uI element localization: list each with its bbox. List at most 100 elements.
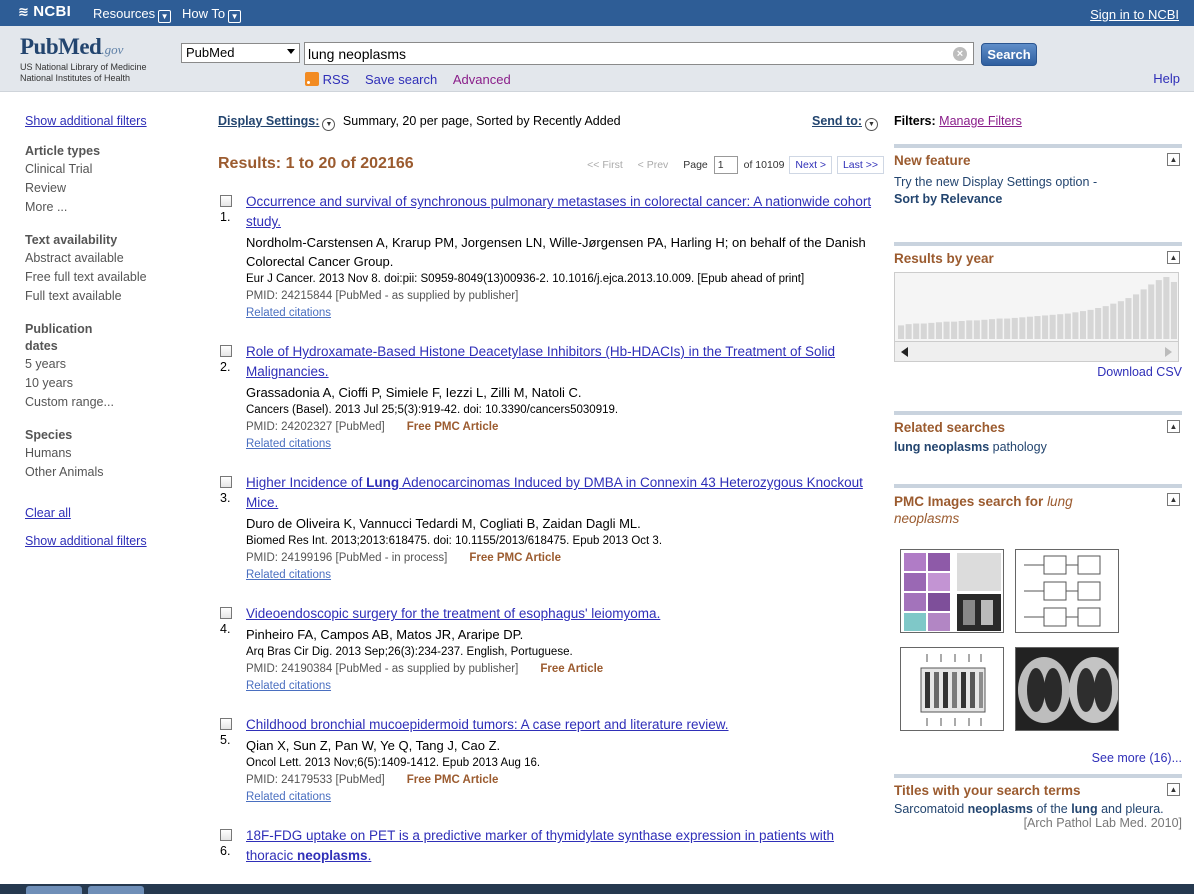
search-button[interactable]: Search (981, 43, 1037, 66)
year-bar[interactable] (928, 322, 935, 339)
filter-item[interactable]: Full text available (25, 287, 195, 306)
manage-filters-link[interactable]: Manage Filters (939, 114, 1022, 128)
scroll-right-icon[interactable] (1165, 347, 1172, 357)
result-title-link[interactable]: Role of Hydroxamate-Based Histone Deacet… (246, 342, 880, 382)
free-article-link[interactable]: Free PMC Article (407, 774, 499, 786)
collapse-icon[interactable]: ▲ (1167, 420, 1180, 433)
result-title-link[interactable]: Childhood bronchial mucoepidermoid tumor… (246, 715, 880, 735)
clear-all-link[interactable]: Clear all (25, 506, 195, 520)
year-bar[interactable] (996, 318, 1003, 339)
filter-item[interactable]: Humans (25, 444, 195, 463)
next-page-button[interactable]: Next > (789, 156, 833, 174)
year-bar[interactable] (1042, 315, 1049, 339)
year-bar[interactable] (1087, 309, 1094, 339)
year-bar[interactable] (1049, 314, 1056, 339)
help-link[interactable]: Help (1153, 71, 1180, 86)
related-citations-link[interactable]: Related citations (246, 678, 880, 695)
send-to-menu[interactable]: Send to: ▼ (812, 114, 878, 131)
search-box[interactable]: × (304, 42, 974, 65)
free-article-link[interactable]: Free PMC Article (407, 421, 499, 433)
save-search-link[interactable]: Save search (365, 72, 437, 87)
year-bar[interactable] (1004, 318, 1011, 339)
year-bar[interactable] (1117, 301, 1124, 339)
display-settings-link[interactable]: Display Settings: (218, 114, 319, 128)
year-bar[interactable] (1163, 277, 1170, 339)
taskbar-button[interactable] (88, 886, 144, 894)
result-title-link[interactable]: Higher Incidence of Lung Adenocarcinomas… (246, 473, 880, 513)
pubmed-logo[interactable]: PubMed.gov US National Library of Medici… (20, 34, 147, 84)
year-bar[interactable] (1064, 313, 1071, 339)
year-bar[interactable] (898, 325, 905, 339)
last-page-button[interactable]: Last >> (836, 156, 884, 174)
year-bar[interactable] (1095, 308, 1102, 339)
clear-icon[interactable]: × (953, 47, 967, 61)
year-bar[interactable] (943, 321, 950, 339)
year-bar[interactable] (988, 319, 996, 339)
sign-in-link[interactable]: Sign in to NCBI (1090, 7, 1179, 22)
year-bar[interactable] (1026, 316, 1033, 339)
year-bar[interactable] (981, 319, 988, 339)
year-bar[interactable] (913, 323, 920, 340)
ncbi-logo[interactable]: ≋ NCBI (18, 3, 71, 20)
filter-item[interactable]: 10 years (25, 374, 195, 393)
filter-item[interactable]: Abstract available (25, 249, 195, 268)
year-bar[interactable] (1170, 281, 1177, 339)
page-number-input[interactable]: 1 (713, 156, 738, 174)
year-bar[interactable] (905, 324, 912, 339)
collapse-icon[interactable]: ▲ (1167, 783, 1180, 796)
year-bar[interactable] (920, 323, 927, 340)
year-bar[interactable] (951, 321, 958, 339)
select-checkbox[interactable] (220, 345, 232, 357)
related-citations-link[interactable]: Related citations (246, 567, 880, 584)
filter-item[interactable]: Free full text available (25, 268, 195, 287)
show-additional-filters-link[interactable]: Show additional filters (25, 114, 195, 128)
year-bar[interactable] (1011, 317, 1018, 339)
year-bar[interactable] (1140, 289, 1147, 339)
filter-item[interactable]: Clinical Trial (25, 160, 195, 179)
select-checkbox[interactable] (220, 718, 232, 730)
year-bar[interactable] (1125, 298, 1132, 339)
pmc-image-thumbnail[interactable] (900, 647, 1004, 731)
year-bar[interactable] (1148, 284, 1155, 339)
free-article-link[interactable]: Free Article (540, 663, 603, 675)
rss-link[interactable]: RSS (323, 72, 350, 87)
title-result-link[interactable]: Sarcomatoid neoplasms of the lung and pl… (894, 802, 1182, 816)
year-bar[interactable] (1133, 294, 1140, 339)
related-citations-link[interactable]: Related citations (246, 436, 880, 453)
collapse-icon[interactable]: ▲ (1167, 153, 1180, 166)
scroll-left-icon[interactable] (901, 347, 908, 357)
pmc-image-thumbnail[interactable] (900, 549, 1004, 633)
related-citations-link[interactable]: Related citations (246, 305, 880, 322)
related-search-link[interactable]: lung neoplasms pathology (894, 440, 1182, 454)
year-bar[interactable] (1057, 314, 1064, 339)
resources-menu[interactable]: Resources ▼ (93, 6, 172, 23)
results-by-year-chart[interactable] (894, 272, 1179, 362)
filter-item[interactable]: 5 years (25, 355, 195, 374)
related-citations-link[interactable]: Related citations (246, 789, 880, 806)
year-bar[interactable] (973, 320, 980, 339)
year-bar[interactable] (958, 321, 965, 339)
result-title-link[interactable]: Videoendoscopic surgery for the treatmen… (246, 604, 880, 624)
year-bar[interactable] (1079, 311, 1087, 339)
year-bar[interactable] (1110, 303, 1117, 339)
year-bar[interactable] (935, 322, 942, 339)
year-bar[interactable] (1019, 317, 1026, 339)
search-input[interactable] (308, 45, 948, 63)
year-bar[interactable] (1034, 316, 1041, 339)
sort-by-relevance-link[interactable]: Sort by Relevance (894, 191, 1182, 208)
year-bar[interactable] (1155, 280, 1162, 339)
pmc-image-thumbnail[interactable] (1015, 549, 1119, 633)
result-title-link[interactable]: Occurrence and survival of synchronous p… (246, 192, 880, 232)
download-csv-link[interactable]: Download CSV (894, 365, 1182, 379)
database-select[interactable]: PubMed (181, 43, 300, 63)
select-checkbox[interactable] (220, 195, 232, 207)
rss-icon[interactable] (305, 72, 319, 86)
chevron-down-icon[interactable]: ▼ (322, 118, 336, 131)
collapse-icon[interactable]: ▲ (1167, 251, 1180, 264)
see-more-link[interactable]: See more (16)... (1092, 751, 1182, 765)
pmc-image-thumbnail[interactable] (1015, 647, 1119, 731)
select-checkbox[interactable] (220, 607, 232, 619)
chart-scrollbar[interactable] (895, 341, 1178, 361)
collapse-icon[interactable]: ▲ (1167, 493, 1180, 506)
taskbar-button[interactable] (26, 886, 82, 894)
